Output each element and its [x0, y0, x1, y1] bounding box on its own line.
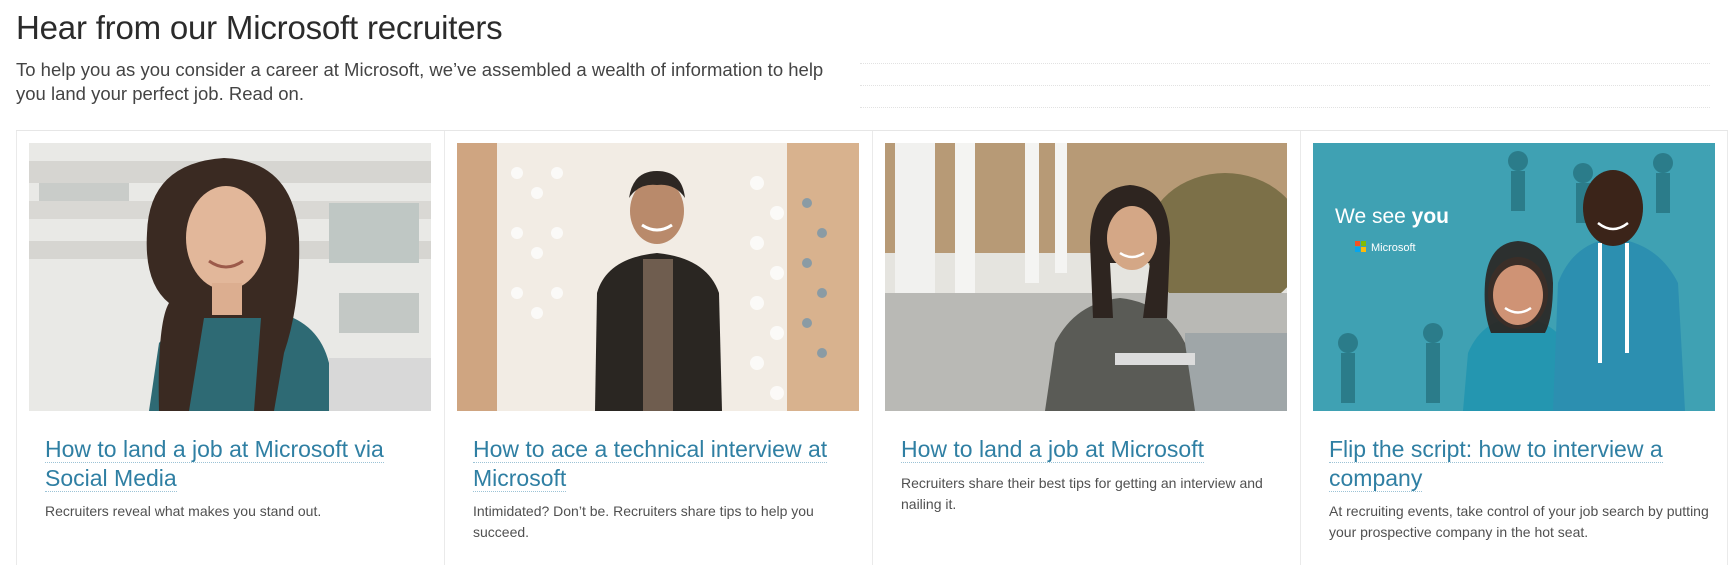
recruiter-photo [885, 143, 1287, 411]
divider [860, 63, 1710, 64]
recruiter-photo: We see you Microsoft [1313, 143, 1715, 411]
intro-text: To help you as you consider a career at … [16, 59, 824, 104]
article-title-link[interactable]: How to ace a technical interview at Micr… [473, 435, 853, 493]
article-card-flip-the-script: We see you Microsoft Flip the script: ho… [1300, 131, 1728, 565]
article-title-link[interactable]: How to land a job at Microsoft [901, 435, 1281, 464]
divider [860, 85, 1710, 86]
svg-text:We see you: We see you [1335, 205, 1449, 228]
article-description: Recruiters reveal what makes you stand o… [45, 503, 322, 519]
article-description: Recruiters share their best tips for get… [901, 475, 1263, 512]
article-photo[interactable] [29, 143, 431, 411]
recruiter-photo [457, 143, 859, 411]
recruiter-photo [29, 143, 431, 411]
article-title-link[interactable]: Flip the script: how to interview a comp… [1329, 435, 1709, 493]
divider [860, 107, 1710, 108]
article-photo[interactable]: We see you Microsoft [1313, 143, 1715, 411]
article-description: At recruiting events, take control of yo… [1329, 503, 1709, 540]
page-title: Hear from our Microsoft recruiters [16, 9, 503, 46]
article-title-link[interactable]: How to land a job at Microsoft via Socia… [45, 435, 425, 493]
article-card-social-media: How to land a job at Microsoft via Socia… [16, 131, 444, 565]
article-description: Intimidated? Don’t be. Recruiters share … [473, 503, 814, 540]
article-photo[interactable] [457, 143, 859, 411]
svg-text:Microsoft: Microsoft [1371, 242, 1416, 254]
recruiter-articles: How to land a job at Microsoft via Socia… [16, 130, 1728, 565]
article-photo[interactable] [885, 143, 1287, 411]
article-card-technical-interview: How to ace a technical interview at Micr… [444, 131, 872, 565]
section-header: Hear from our Microsoft recruiters To he… [16, 0, 1716, 106]
article-card-land-a-job: How to land a job at Microsoft Recruiter… [872, 131, 1300, 565]
